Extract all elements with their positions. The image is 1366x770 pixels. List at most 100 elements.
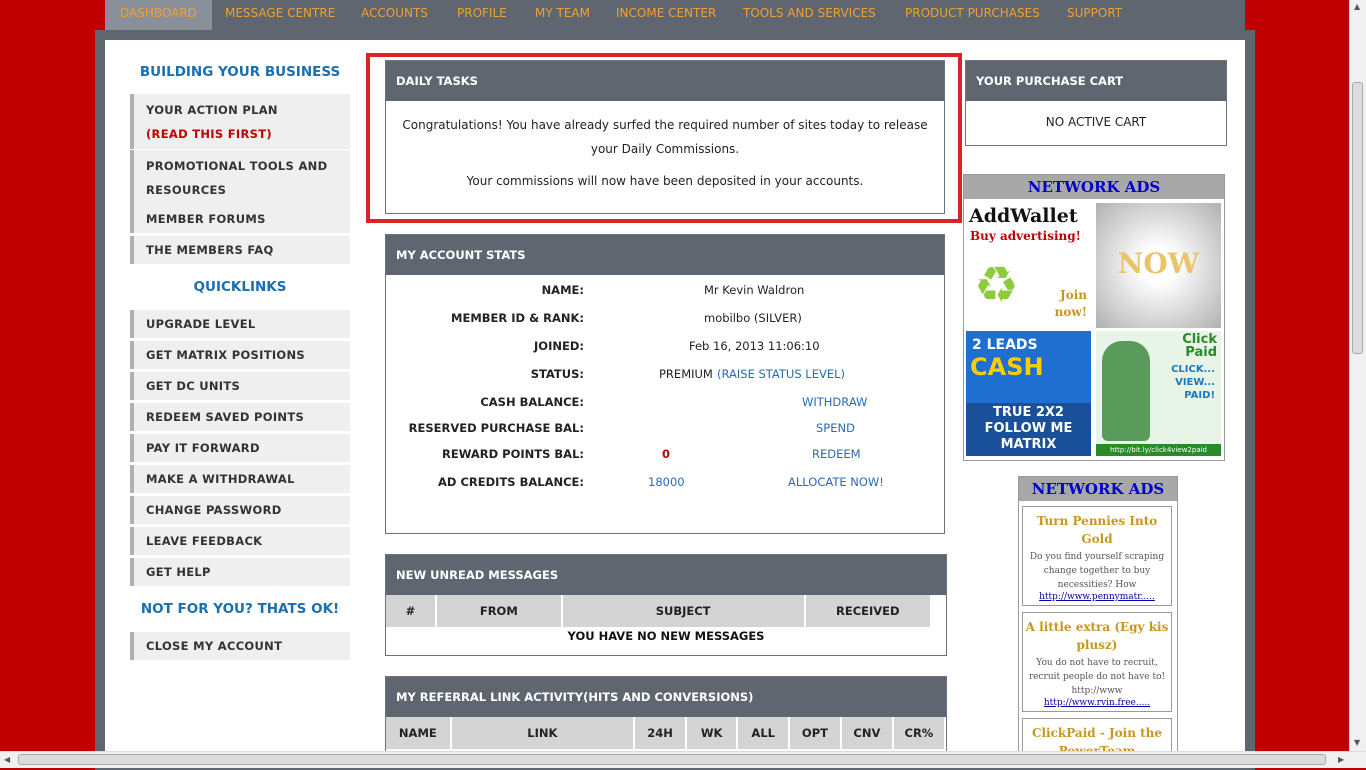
text-ad-pennies-title: Turn Pennies Into Gold <box>1036 514 1158 546</box>
referral-col-name: NAME <box>386 717 452 749</box>
referral-col-wk: WK <box>685 717 739 749</box>
page-content: BUILDING YOUR BUSINESS YOUR ACTION PLAN … <box>105 40 1245 760</box>
text-ad-little-extra-desc: You do not have to recruit, recruit peop… <box>1028 658 1166 696</box>
daily-tasks-line2: your Daily Commissions. <box>590 142 740 156</box>
referral-col-cr: CR% <box>892 717 947 749</box>
scroll-right-icon[interactable]: ▶ <box>1338 755 1344 764</box>
addwallet-banner[interactable]: AddWallet Buy advertising! ♻ Join now! <box>966 203 1091 328</box>
member-label: MEMBER ID & RANK: <box>451 311 584 325</box>
quicklink-make-withdrawal[interactable]: MAKE A WITHDRAWAL <box>130 465 350 493</box>
clickpaid-brand2: Paid <box>1185 345 1217 360</box>
not-for-you-heading: NOT FOR YOU? THATS OK! <box>140 601 340 617</box>
allocate-now-link[interactable]: ALLOCATE NOW! <box>788 475 884 489</box>
recycle-icon: ♻ <box>974 256 1019 314</box>
sidebar-item-member-forums[interactable]: MEMBER FORUMS <box>130 205 350 233</box>
scroll-left-icon[interactable]: ◀ <box>4 755 10 764</box>
vertical-scroll-thumb[interactable] <box>1352 82 1363 354</box>
quicklinks-heading: QUICKLINKS <box>193 279 287 295</box>
nav-tools-services[interactable]: TOOLS AND SERVICES <box>728 0 891 30</box>
quicklink-change-password[interactable]: CHANGE PASSWORD <box>130 496 350 524</box>
purchase-cart-title: YOUR PURCHASE CART <box>966 61 1226 101</box>
2leads2cash-banner[interactable]: 2 LEADS CASH TRUE 2X2 FOLLOW ME MATRIX <box>966 331 1091 456</box>
clickpaid-footer: http://bit.ly/click4view2paid <box>1096 444 1221 456</box>
adcredits-value[interactable]: 18000 <box>648 475 685 489</box>
account-stats-title: MY ACCOUNT STATS <box>386 235 944 275</box>
building-business-heading: BUILDING YOUR BUSINESS <box>139 64 341 80</box>
purchase-cart-empty: NO ACTIVE CART <box>1045 115 1147 129</box>
nav-accounts[interactable]: ACCOUNTS <box>346 0 443 30</box>
referral-title: MY REFERRAL LINK ACTIVITY(HITS AND CONVE… <box>386 677 946 717</box>
horizontal-scrollbar[interactable]: ◀ ▶ <box>0 751 1366 768</box>
quicklink-get-help[interactable]: GET HELP <box>130 558 350 586</box>
promo-label-line1: PROMOTIONAL TOOLS AND <box>146 159 328 173</box>
status-label: STATUS: <box>530 367 584 381</box>
nav-product-purchases[interactable]: PRODUCT PURCHASES <box>890 0 1055 30</box>
reward-label: REWARD POINTS BAL: <box>441 447 584 461</box>
daily-tasks-line3: Your commissions will now have been depo… <box>466 174 864 188</box>
quicklink-pay-it-forward[interactable]: PAY IT FORWARD <box>130 434 350 462</box>
redeem-link[interactable]: REDEEM <box>812 447 861 461</box>
sidebar-item-action-plan[interactable]: YOUR ACTION PLAN (READ THIS FIRST) <box>130 94 350 149</box>
2leads-line2: CASH <box>970 353 1044 381</box>
clickpaid-line1: CLICK... <box>1171 364 1215 375</box>
person-figure <box>1102 341 1150 441</box>
network-ads-text-title: NETWORK ADS <box>1019 477 1177 501</box>
text-ad-little-extra-title: A little extra (Egy kis plusz) <box>1025 620 1169 652</box>
messages-col-number: # <box>386 595 437 627</box>
now-banner[interactable]: NOW <box>1096 203 1221 328</box>
messages-col-from: FROM <box>435 595 563 627</box>
reward-value: 0 <box>662 447 671 461</box>
raise-status-link[interactable]: (RAISE STATUS LEVEL) <box>717 367 845 381</box>
referral-col-link: LINK <box>450 717 636 749</box>
nav-my-team[interactable]: MY TEAM <box>520 0 605 30</box>
stat-row-reserved: RESERVED PURCHASE BAL: SPEND <box>386 421 944 441</box>
2leads-line1: 2 LEADS <box>972 337 1038 353</box>
spend-link[interactable]: SPEND <box>816 421 855 435</box>
network-ads-banners: NETWORK ADS AddWallet Buy advertising! ♻… <box>963 174 1225 461</box>
addwallet-brand: AddWallet <box>969 205 1078 227</box>
sidebar-item-members-faq[interactable]: THE MEMBERS FAQ <box>130 236 350 264</box>
sidebar-item-close-account[interactable]: CLOSE MY ACCOUNT <box>130 632 350 660</box>
text-ad-pennies[interactable]: Turn Pennies Into Gold Do you find yours… <box>1022 506 1172 606</box>
messages-col-received: RECEIVED <box>804 595 933 627</box>
daily-tasks-title: DAILY TASKS <box>386 61 944 101</box>
quicklink-get-matrix-positions[interactable]: GET MATRIX POSITIONS <box>130 341 350 369</box>
messages-title: NEW UNREAD MESSAGES <box>386 555 946 595</box>
joined-value: Feb 16, 2013 11:06:10 <box>689 339 820 353</box>
text-ad-little-extra[interactable]: A little extra (Egy kis plusz) You do no… <box>1022 612 1172 712</box>
nav-profile[interactable]: PROFILE <box>442 0 522 30</box>
messages-col-subject: SUBJECT <box>561 595 806 627</box>
messages-panel: NEW UNREAD MESSAGES # FROM SUBJECT RECEI… <box>385 554 947 656</box>
addwallet-line1: Buy advertising! <box>970 229 1081 243</box>
text-ad-pennies-url[interactable]: http://www.pennymatr..... <box>1023 592 1171 602</box>
withdraw-link[interactable]: WITHDRAW <box>802 395 867 409</box>
top-navigation: DASHBOARD MESSAGE CENTRE ACCOUNTS PROFIL… <box>105 0 1245 30</box>
quicklink-upgrade-level[interactable]: UPGRADE LEVEL <box>130 310 350 338</box>
promo-label-line2: RESOURCES <box>146 183 227 197</box>
clickpaid-line3: PAID! <box>1184 390 1215 401</box>
messages-table: # FROM SUBJECT RECEIVED <box>386 595 933 627</box>
nav-income-center[interactable]: INCOME CENTER <box>601 0 731 30</box>
name-value: Mr Kevin Waldron <box>704 283 805 297</box>
cash-label: CASH BALANCE: <box>480 395 584 409</box>
sidebar-item-promotional-tools[interactable]: PROMOTIONAL TOOLS AND RESOURCES <box>130 150 350 205</box>
clickpaid-banner[interactable]: Click Paid CLICK... VIEW... PAID! http:/… <box>1096 331 1221 456</box>
status-value: PREMIUM <box>659 367 713 381</box>
horizontal-scroll-thumb[interactable] <box>18 754 1326 765</box>
stat-row-joined: JOINED: Feb 16, 2013 11:06:10 <box>386 339 944 359</box>
network-ads-title: NETWORK ADS <box>964 175 1224 199</box>
nav-message-centre[interactable]: MESSAGE CENTRE <box>210 0 350 30</box>
nav-support[interactable]: SUPPORT <box>1052 0 1137 30</box>
quicklink-get-dc-units[interactable]: GET DC UNITS <box>130 372 350 400</box>
scroll-up-icon[interactable]: ▲ <box>1354 2 1360 11</box>
text-ad-pennies-desc: Do you find yourself scraping change tog… <box>1029 552 1165 590</box>
scroll-down-icon[interactable]: ▼ <box>1354 738 1360 747</box>
vertical-scrollbar[interactable]: ▲ ▼ <box>1349 0 1366 752</box>
quicklink-redeem-saved-points[interactable]: REDEEM SAVED POINTS <box>130 403 350 431</box>
nav-dashboard[interactable]: DASHBOARD <box>105 0 212 30</box>
quicklink-leave-feedback[interactable]: LEAVE FEEDBACK <box>130 527 350 555</box>
account-stats-panel: MY ACCOUNT STATS NAME: Mr Kevin Waldron … <box>385 234 945 534</box>
text-ad-little-extra-url[interactable]: http://www.rvin.free..... <box>1023 698 1171 708</box>
clickpaid-line2: VIEW... <box>1175 377 1215 388</box>
now-banner-text: NOW <box>1117 247 1200 280</box>
